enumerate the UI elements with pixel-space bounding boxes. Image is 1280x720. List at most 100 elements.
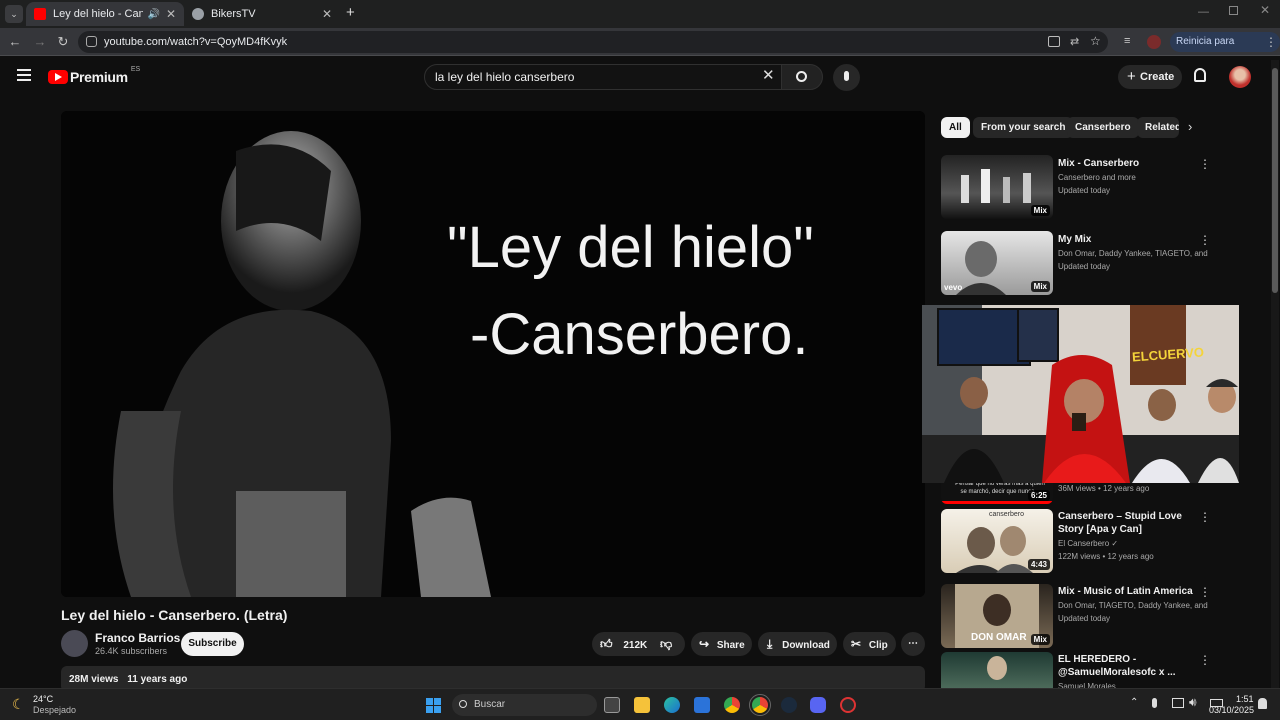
plus-icon: + bbox=[1127, 68, 1136, 85]
notification-bell-icon[interactable] bbox=[1258, 698, 1267, 709]
rec-thumbnail[interactable]: vevo Mix bbox=[941, 231, 1053, 295]
download-button[interactable]: ⤓ Download bbox=[758, 632, 837, 656]
tab-list-dropdown[interactable]: ⌄ bbox=[5, 5, 23, 23]
translate-icon[interactable]: ⇄ bbox=[1070, 35, 1079, 48]
clip-button[interactable]: ✂ Clip bbox=[843, 632, 896, 656]
chip-related[interactable]: Related bbox=[1137, 117, 1179, 138]
forward-icon[interactable]: → bbox=[32, 34, 48, 50]
clock-date: 03/10/2025 bbox=[1209, 705, 1255, 715]
task-view-icon[interactable] bbox=[604, 697, 620, 713]
browser-menu-icon[interactable]: ⋮ bbox=[1265, 35, 1277, 49]
rec-meta: Updated today bbox=[1058, 186, 1111, 195]
close-tab-icon[interactable]: ✕ bbox=[322, 7, 332, 21]
clear-search-icon[interactable]: ✕ bbox=[762, 66, 775, 84]
bookmark-star-icon[interactable]: ☆ bbox=[1090, 34, 1101, 48]
chip-from-your-search[interactable]: From your search bbox=[973, 117, 1074, 138]
scrollbar-thumb[interactable] bbox=[1272, 68, 1278, 293]
rec-thumbnail[interactable]: DON OMAR Mix bbox=[941, 584, 1053, 648]
like-button[interactable]: 👍︎ 212K 👎︎ bbox=[592, 632, 685, 656]
search-icon bbox=[459, 700, 467, 708]
store-icon[interactable] bbox=[694, 697, 710, 713]
rec-more-icon[interactable]: ⋮ bbox=[1199, 510, 1211, 524]
file-explorer-icon[interactable] bbox=[634, 697, 650, 713]
search-button[interactable] bbox=[781, 64, 823, 90]
chrome-active-icon[interactable] bbox=[749, 694, 771, 716]
download-icon: ⤓ bbox=[767, 637, 773, 651]
close-window-icon[interactable]: ✕ bbox=[1260, 3, 1270, 17]
view-count: 28M views bbox=[69, 674, 119, 685]
taskbar-search-input[interactable]: Buscar bbox=[452, 694, 597, 716]
tab-active[interactable]: Ley del hielo - Canserbero. 🔊 ✕ bbox=[26, 2, 184, 26]
update-button[interactable]: Reinicia para actualizar bbox=[1170, 32, 1280, 67]
video-title: Ley del hielo - Canserbero. (Letra) bbox=[61, 607, 288, 623]
reading-list-icon[interactable]: ≡ bbox=[1124, 35, 1130, 47]
duration-badge: 4:43 bbox=[1027, 559, 1050, 570]
video-overlay-line2: -Canserbero. bbox=[470, 302, 809, 367]
back-icon[interactable]: ← bbox=[7, 34, 23, 50]
edge-icon[interactable] bbox=[664, 697, 680, 713]
share-button[interactable]: ↪ Share bbox=[691, 632, 752, 656]
channel-avatar[interactable] bbox=[61, 630, 88, 657]
watch-progress-bar bbox=[941, 501, 1053, 504]
weather-temp[interactable]: 24°C bbox=[33, 694, 53, 704]
vevo-logo: vevo bbox=[944, 283, 963, 292]
rec-title[interactable]: My Mix bbox=[1058, 233, 1208, 246]
channel-name[interactable]: Franco Barrios bbox=[95, 631, 180, 645]
microphone-tray-icon[interactable] bbox=[1152, 698, 1157, 708]
chevron-right-icon[interactable]: › bbox=[1188, 119, 1192, 134]
chip-all[interactable]: All bbox=[941, 117, 970, 138]
speaker-icon[interactable]: 🔊 bbox=[147, 9, 159, 20]
close-tab-icon[interactable]: ✕ bbox=[166, 7, 176, 21]
chip-canserbero[interactable]: Canserbero bbox=[1067, 117, 1139, 138]
discord-icon[interactable] bbox=[810, 697, 826, 713]
like-count: 212K bbox=[623, 640, 648, 651]
page-scrollbar[interactable] bbox=[1271, 60, 1279, 688]
rec-more-icon[interactable]: ⋮ bbox=[1199, 653, 1211, 667]
more-actions-button[interactable]: ⋯ bbox=[901, 632, 925, 656]
reload-icon[interactable]: ↻ bbox=[55, 34, 71, 50]
url-text: youtube.com/watch?v=QoyMD4fKvyk bbox=[104, 36, 288, 48]
rec-more-icon[interactable]: ⋮ bbox=[1199, 233, 1211, 247]
new-tab-icon[interactable]: + bbox=[346, 5, 355, 21]
profile-avatar[interactable] bbox=[1147, 35, 1161, 49]
notifications-bell-icon[interactable] bbox=[1194, 68, 1206, 82]
rec-thumbnail[interactable]: canserbero 4:43 bbox=[941, 509, 1053, 573]
weather-desc: Despejado bbox=[33, 705, 77, 715]
url-input[interactable]: youtube.com/watch?v=QoyMD4fKvyk ⇄ ☆ bbox=[78, 31, 1108, 53]
windows-start-icon[interactable] bbox=[426, 698, 441, 713]
mix-badge: Mix bbox=[1030, 281, 1050, 292]
youtube-logo[interactable]: Premium ES bbox=[48, 66, 140, 85]
chrome-icon[interactable] bbox=[724, 697, 740, 713]
rec-more-icon[interactable]: ⋮ bbox=[1199, 585, 1211, 599]
rec-meta: Canserbero and more bbox=[1058, 173, 1136, 182]
rec-title[interactable]: Mix - Music of Latin America bbox=[1058, 585, 1208, 598]
maximize-icon[interactable] bbox=[1229, 6, 1238, 15]
site-info-icon[interactable] bbox=[86, 36, 97, 47]
account-avatar[interactable] bbox=[1229, 66, 1251, 88]
subscribe-button[interactable]: Subscribe bbox=[181, 632, 244, 656]
rec-thumbnail[interactable] bbox=[941, 652, 1053, 688]
steam-icon[interactable] bbox=[781, 697, 797, 713]
search-input[interactable]: la ley del hielo canserbero bbox=[424, 64, 782, 90]
taskbar-search-placeholder: Buscar bbox=[474, 699, 506, 710]
rec-more-icon[interactable]: ⋮ bbox=[1199, 157, 1211, 171]
minimize-icon[interactable]: — bbox=[1198, 6, 1209, 18]
rec-title[interactable]: Canserbero – Stupid Love Story [Apa y Ca… bbox=[1058, 510, 1208, 536]
rec-title[interactable]: EL HEREDERO - @SamuelMoralesofc x ... bbox=[1058, 653, 1208, 679]
thumbs-down-icon[interactable]: 👎︎ bbox=[660, 632, 672, 656]
verified-badge-icon: ✓ bbox=[1111, 539, 1119, 548]
create-button[interactable]: + Create bbox=[1118, 65, 1182, 89]
rec-title[interactable]: Mix - Canserbero bbox=[1058, 157, 1208, 170]
hamburger-menu-icon[interactable] bbox=[17, 69, 31, 81]
volume-icon[interactable]: 🔊︎ bbox=[1189, 695, 1197, 710]
app-red-icon[interactable] bbox=[840, 697, 856, 713]
video-overlay-line1: "Ley del hielo" bbox=[447, 215, 814, 280]
tab-bikerstv[interactable]: BikersTV ✕ bbox=[184, 2, 340, 26]
install-icon[interactable] bbox=[1048, 36, 1060, 47]
voice-search-button[interactable] bbox=[833, 64, 860, 91]
network-icon[interactable] bbox=[1172, 698, 1184, 708]
clock-time[interactable]: 1:51 bbox=[1236, 694, 1254, 704]
video-player[interactable]: "Ley del hielo" -Canserbero. bbox=[61, 111, 925, 597]
tray-chevron-icon[interactable]: ⌃ bbox=[1130, 697, 1138, 708]
rec-thumbnail[interactable]: Mix bbox=[941, 155, 1053, 219]
